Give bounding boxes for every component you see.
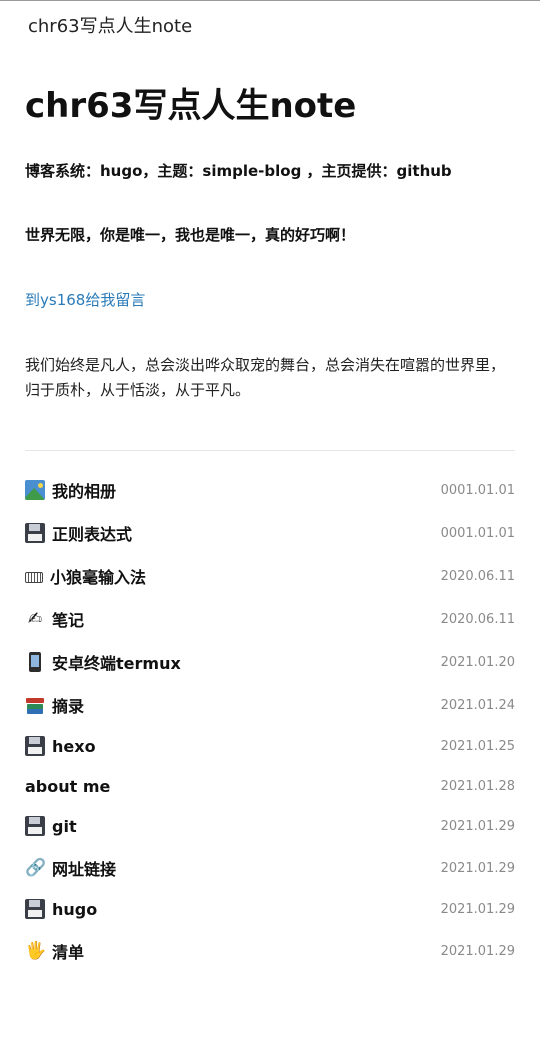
books-icon	[25, 695, 45, 715]
floppy-disk-icon	[25, 899, 45, 919]
floppy-disk-icon	[25, 736, 45, 756]
photo-album-icon	[25, 480, 45, 500]
top-border	[0, 0, 540, 1]
post-title: git	[52, 816, 77, 836]
post-list-item: 🔗 网址链接 2021.01.29	[25, 848, 515, 888]
post-link[interactable]: 我的相册	[25, 478, 116, 502]
post-date: 2020.06.11	[440, 611, 515, 627]
post-title: 网址链接	[52, 860, 117, 879]
post-link[interactable]: 安卓终端termux	[25, 650, 181, 674]
post-list-item: 🖐 清单 2021.01.29	[25, 931, 515, 971]
post-title: 摘录	[52, 697, 85, 716]
post-title: 小狼毫输入法	[50, 568, 147, 587]
guestbook-link[interactable]: 到ys168给我留言	[25, 289, 145, 311]
post-title: 清单	[52, 943, 85, 962]
post-title: hexo	[52, 736, 96, 756]
post-list-item: ✍ 笔记 2020.06.11	[25, 599, 515, 639]
post-title: 正则表达式	[52, 525, 133, 544]
post-list-item: 安卓终端termux 2021.01.20	[25, 642, 515, 682]
intro-paragraph: 我们始终是凡人，总会淡出哗众取宠的舞台，总会消失在喧嚣的世界里，归于质朴，从于恬…	[25, 356, 506, 399]
post-title: 笔记	[52, 611, 85, 630]
post-list-item: 我的相册 0001.01.01	[25, 470, 515, 510]
post-date: 0001.01.01	[440, 525, 515, 541]
blog-meta-info: 博客系统：hugo，主题：simple-blog ，主页提供：github	[25, 162, 452, 180]
post-date: 2020.06.11	[440, 568, 515, 584]
site-name-header[interactable]: chr63写点人生note	[28, 16, 192, 38]
post-link[interactable]: 🖐 清单	[25, 939, 84, 963]
post-link[interactable]: ✍ 笔记	[25, 607, 84, 631]
floppy-disk-icon	[25, 816, 45, 836]
post-link[interactable]: hexo	[25, 736, 96, 756]
post-title: hugo	[52, 899, 98, 919]
post-link[interactable]: 摘录	[25, 693, 84, 717]
post-title: 安卓终端termux	[52, 654, 181, 673]
floppy-disk-icon	[25, 523, 45, 543]
post-list-item: 摘录 2021.01.24	[25, 685, 515, 725]
page-title: chr63写点人生note	[25, 86, 357, 126]
writing-hand-icon: ✍	[27, 609, 43, 629]
post-list-item: hugo 2021.01.29	[25, 889, 515, 929]
post-link[interactable]: 小狼毫输入法	[25, 564, 146, 588]
post-date: 2021.01.29	[440, 943, 515, 959]
post-link[interactable]: about me	[25, 777, 110, 796]
post-list-item: git 2021.01.29	[25, 806, 515, 846]
link-icon: 🔗	[25, 858, 47, 878]
mobile-phone-icon	[29, 652, 41, 672]
post-date: 2021.01.29	[440, 860, 515, 876]
post-list-item: about me 2021.01.28	[25, 766, 515, 806]
post-title: 我的相册	[52, 482, 117, 501]
tagline: 世界无限，你是唯一，我也是唯一，真的好巧啊！	[25, 226, 356, 244]
post-date: 2021.01.24	[440, 697, 515, 713]
post-list-item: hexo 2021.01.25	[25, 726, 515, 766]
post-list-item: 正则表达式 0001.01.01	[25, 513, 515, 553]
post-date: 2021.01.25	[440, 738, 515, 754]
divider	[25, 450, 515, 451]
post-title: about me	[25, 776, 111, 796]
post-date: 0001.01.01	[440, 482, 515, 498]
raised-hand-icon: 🖐	[25, 941, 47, 961]
keyboard-icon	[25, 571, 43, 583]
post-link[interactable]: 正则表达式	[25, 521, 132, 545]
post-date: 2021.01.29	[440, 901, 515, 917]
post-link[interactable]: hugo	[25, 899, 97, 919]
post-link[interactable]: 🔗 网址链接	[25, 856, 116, 880]
post-date: 2021.01.20	[440, 654, 515, 670]
post-link[interactable]: git	[25, 816, 77, 836]
post-date: 2021.01.29	[440, 818, 515, 834]
post-list-item: 小狼毫输入法 2020.06.11	[25, 556, 515, 596]
post-date: 2021.01.28	[440, 778, 515, 794]
